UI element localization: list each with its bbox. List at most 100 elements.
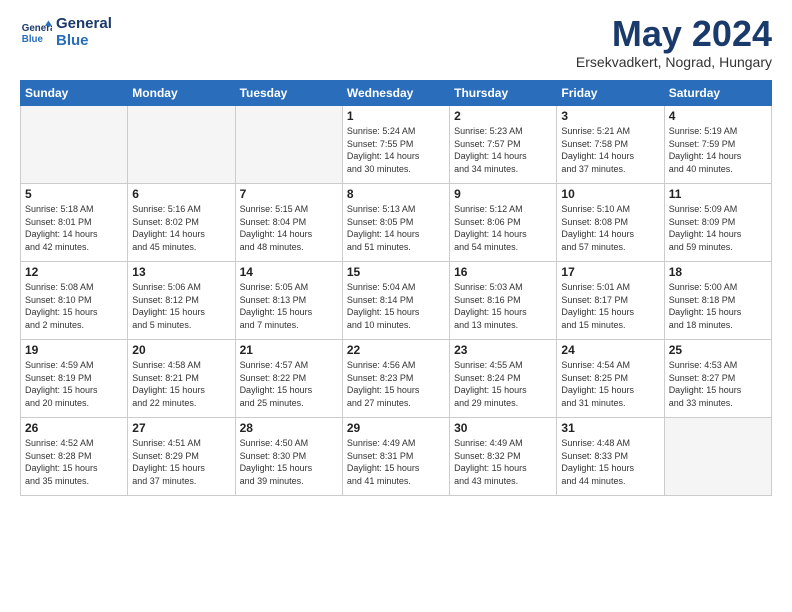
table-row: 15 Sunrise: 5:04 AM Sunset: 8:14 PM Dayli… (342, 262, 449, 340)
calendar-week-2: 5Sunrise: 5:18 AM Sunset: 8:01 PM Daylig… (21, 184, 772, 262)
day-number: 29 (347, 421, 445, 435)
logo-icon: General Blue (20, 17, 52, 49)
day-number: 16 (454, 265, 552, 279)
table-row: 3 Sunrise: 5:21 AM Sunset: 7:58 PM Daylig… (557, 106, 664, 184)
day-info: Sunrise: 4:51 AM Sunset: 8:29 PM Dayligh… (132, 437, 230, 487)
calendar-week-4: 19 Sunrise: 4:59 AM Sunset: 8:19 PM Dayli… (21, 340, 772, 418)
day-number: 23 (454, 343, 552, 357)
table-row: 12 Sunrise: 5:08 AM Sunset: 8:10 PM Dayli… (21, 262, 128, 340)
day-number: 6 (132, 187, 230, 201)
col-monday: Monday (128, 81, 235, 106)
day-info: Sunrise: 4:54 AM Sunset: 8:25 PM Dayligh… (561, 359, 659, 409)
table-row: 25 Sunrise: 4:53 AM Sunset: 8:27 PM Dayli… (664, 340, 771, 418)
day-info: Sunrise: 5:08 AM Sunset: 8:10 PM Dayligh… (25, 281, 123, 331)
day-number: 25 (669, 343, 767, 357)
day-number: 4 (669, 109, 767, 123)
day-number: 14 (240, 265, 338, 279)
day-number: 24 (561, 343, 659, 357)
day-number: 3 (561, 109, 659, 123)
day-number: 15 (347, 265, 445, 279)
col-tuesday: Tuesday (235, 81, 342, 106)
col-saturday: Saturday (664, 81, 771, 106)
day-info: Sunrise: 5:03 AM Sunset: 8:16 PM Dayligh… (454, 281, 552, 331)
day-info: Sunrise: 4:50 AM Sunset: 8:30 PM Dayligh… (240, 437, 338, 487)
logo-general: General (56, 16, 112, 33)
table-row: 18Sunrise: 5:00 AM Sunset: 8:18 PM Dayli… (664, 262, 771, 340)
calendar-week-1: 1 Sunrise: 5:24 AM Sunset: 7:55 PM Daylig… (21, 106, 772, 184)
day-info: Sunrise: 5:19 AM Sunset: 7:59 PM Dayligh… (669, 125, 767, 175)
day-number: 21 (240, 343, 338, 357)
col-sunday: Sunday (21, 81, 128, 106)
day-info: Sunrise: 5:15 AM Sunset: 8:04 PM Dayligh… (240, 203, 338, 253)
day-number: 12 (25, 265, 123, 279)
day-info: Sunrise: 4:58 AM Sunset: 8:21 PM Dayligh… (132, 359, 230, 409)
table-row (128, 106, 235, 184)
day-info: Sunrise: 4:48 AM Sunset: 8:33 PM Dayligh… (561, 437, 659, 487)
day-number: 19 (25, 343, 123, 357)
table-row: 11Sunrise: 5:09 AM Sunset: 8:09 PM Dayli… (664, 184, 771, 262)
day-info: Sunrise: 4:59 AM Sunset: 8:19 PM Dayligh… (25, 359, 123, 409)
table-row: 14 Sunrise: 5:05 AM Sunset: 8:13 PM Dayli… (235, 262, 342, 340)
table-row: 20 Sunrise: 4:58 AM Sunset: 8:21 PM Dayli… (128, 340, 235, 418)
day-number: 26 (25, 421, 123, 435)
col-friday: Friday (557, 81, 664, 106)
calendar-week-5: 26 Sunrise: 4:52 AM Sunset: 8:28 PM Dayli… (21, 418, 772, 496)
day-info: Sunrise: 5:12 AM Sunset: 8:06 PM Dayligh… (454, 203, 552, 253)
table-row: 22 Sunrise: 4:56 AM Sunset: 8:23 PM Dayli… (342, 340, 449, 418)
day-number: 1 (347, 109, 445, 123)
table-row: 1 Sunrise: 5:24 AM Sunset: 7:55 PM Daylig… (342, 106, 449, 184)
day-info: Sunrise: 5:10 AM Sunset: 8:08 PM Dayligh… (561, 203, 659, 253)
calendar-header-row: Sunday Monday Tuesday Wednesday Thursday… (21, 81, 772, 106)
table-row (21, 106, 128, 184)
table-row: 8 Sunrise: 5:13 AM Sunset: 8:05 PM Daylig… (342, 184, 449, 262)
table-row: 9 Sunrise: 5:12 AM Sunset: 8:06 PM Daylig… (450, 184, 557, 262)
table-row: 27Sunrise: 4:51 AM Sunset: 8:29 PM Dayli… (128, 418, 235, 496)
day-info: Sunrise: 4:57 AM Sunset: 8:22 PM Dayligh… (240, 359, 338, 409)
day-info: Sunrise: 4:55 AM Sunset: 8:24 PM Dayligh… (454, 359, 552, 409)
day-info: Sunrise: 5:23 AM Sunset: 7:57 PM Dayligh… (454, 125, 552, 175)
table-row: 31 Sunrise: 4:48 AM Sunset: 8:33 PM Dayli… (557, 418, 664, 496)
day-info: Sunrise: 4:52 AM Sunset: 8:28 PM Dayligh… (25, 437, 123, 487)
table-row: 30Sunrise: 4:49 AM Sunset: 8:32 PM Dayli… (450, 418, 557, 496)
day-info: Sunrise: 5:21 AM Sunset: 7:58 PM Dayligh… (561, 125, 659, 175)
table-row: 16 Sunrise: 5:03 AM Sunset: 8:16 PM Dayli… (450, 262, 557, 340)
table-row: 7 Sunrise: 5:15 AM Sunset: 8:04 PM Daylig… (235, 184, 342, 262)
day-info: Sunrise: 5:06 AM Sunset: 8:12 PM Dayligh… (132, 281, 230, 331)
day-number: 28 (240, 421, 338, 435)
day-info: Sunrise: 5:18 AM Sunset: 8:01 PM Dayligh… (25, 203, 123, 253)
table-row: 6Sunrise: 5:16 AM Sunset: 8:02 PM Daylig… (128, 184, 235, 262)
day-number: 22 (347, 343, 445, 357)
calendar: Sunday Monday Tuesday Wednesday Thursday… (20, 80, 772, 496)
day-info: Sunrise: 4:49 AM Sunset: 8:32 PM Dayligh… (454, 437, 552, 487)
day-info: Sunrise: 5:24 AM Sunset: 7:55 PM Dayligh… (347, 125, 445, 175)
day-number: 20 (132, 343, 230, 357)
table-row (664, 418, 771, 496)
day-info: Sunrise: 5:05 AM Sunset: 8:13 PM Dayligh… (240, 281, 338, 331)
header: General Blue General Blue May 2024 Ersek… (20, 16, 772, 70)
col-thursday: Thursday (450, 81, 557, 106)
calendar-week-3: 12 Sunrise: 5:08 AM Sunset: 8:10 PM Dayli… (21, 262, 772, 340)
day-number: 18 (669, 265, 767, 279)
day-info: Sunrise: 4:53 AM Sunset: 8:27 PM Dayligh… (669, 359, 767, 409)
table-row: 2Sunrise: 5:23 AM Sunset: 7:57 PM Daylig… (450, 106, 557, 184)
table-row: 26 Sunrise: 4:52 AM Sunset: 8:28 PM Dayli… (21, 418, 128, 496)
table-row: 17Sunrise: 5:01 AM Sunset: 8:17 PM Dayli… (557, 262, 664, 340)
day-info: Sunrise: 5:13 AM Sunset: 8:05 PM Dayligh… (347, 203, 445, 253)
day-info: Sunrise: 5:04 AM Sunset: 8:14 PM Dayligh… (347, 281, 445, 331)
day-number: 7 (240, 187, 338, 201)
day-number: 31 (561, 421, 659, 435)
calendar-body: 1 Sunrise: 5:24 AM Sunset: 7:55 PM Daylig… (21, 106, 772, 496)
title-block: May 2024 Ersekvadkert, Nograd, Hungary (576, 16, 772, 70)
logo: General Blue General Blue (20, 16, 112, 49)
table-row (235, 106, 342, 184)
day-number: 17 (561, 265, 659, 279)
col-wednesday: Wednesday (342, 81, 449, 106)
day-number: 9 (454, 187, 552, 201)
day-number: 11 (669, 187, 767, 201)
table-row: 13Sunrise: 5:06 AM Sunset: 8:12 PM Dayli… (128, 262, 235, 340)
day-info: Sunrise: 4:49 AM Sunset: 8:31 PM Dayligh… (347, 437, 445, 487)
day-number: 8 (347, 187, 445, 201)
table-row: 4 Sunrise: 5:19 AM Sunset: 7:59 PM Daylig… (664, 106, 771, 184)
table-row: 10Sunrise: 5:10 AM Sunset: 8:08 PM Dayli… (557, 184, 664, 262)
day-info: Sunrise: 4:56 AM Sunset: 8:23 PM Dayligh… (347, 359, 445, 409)
